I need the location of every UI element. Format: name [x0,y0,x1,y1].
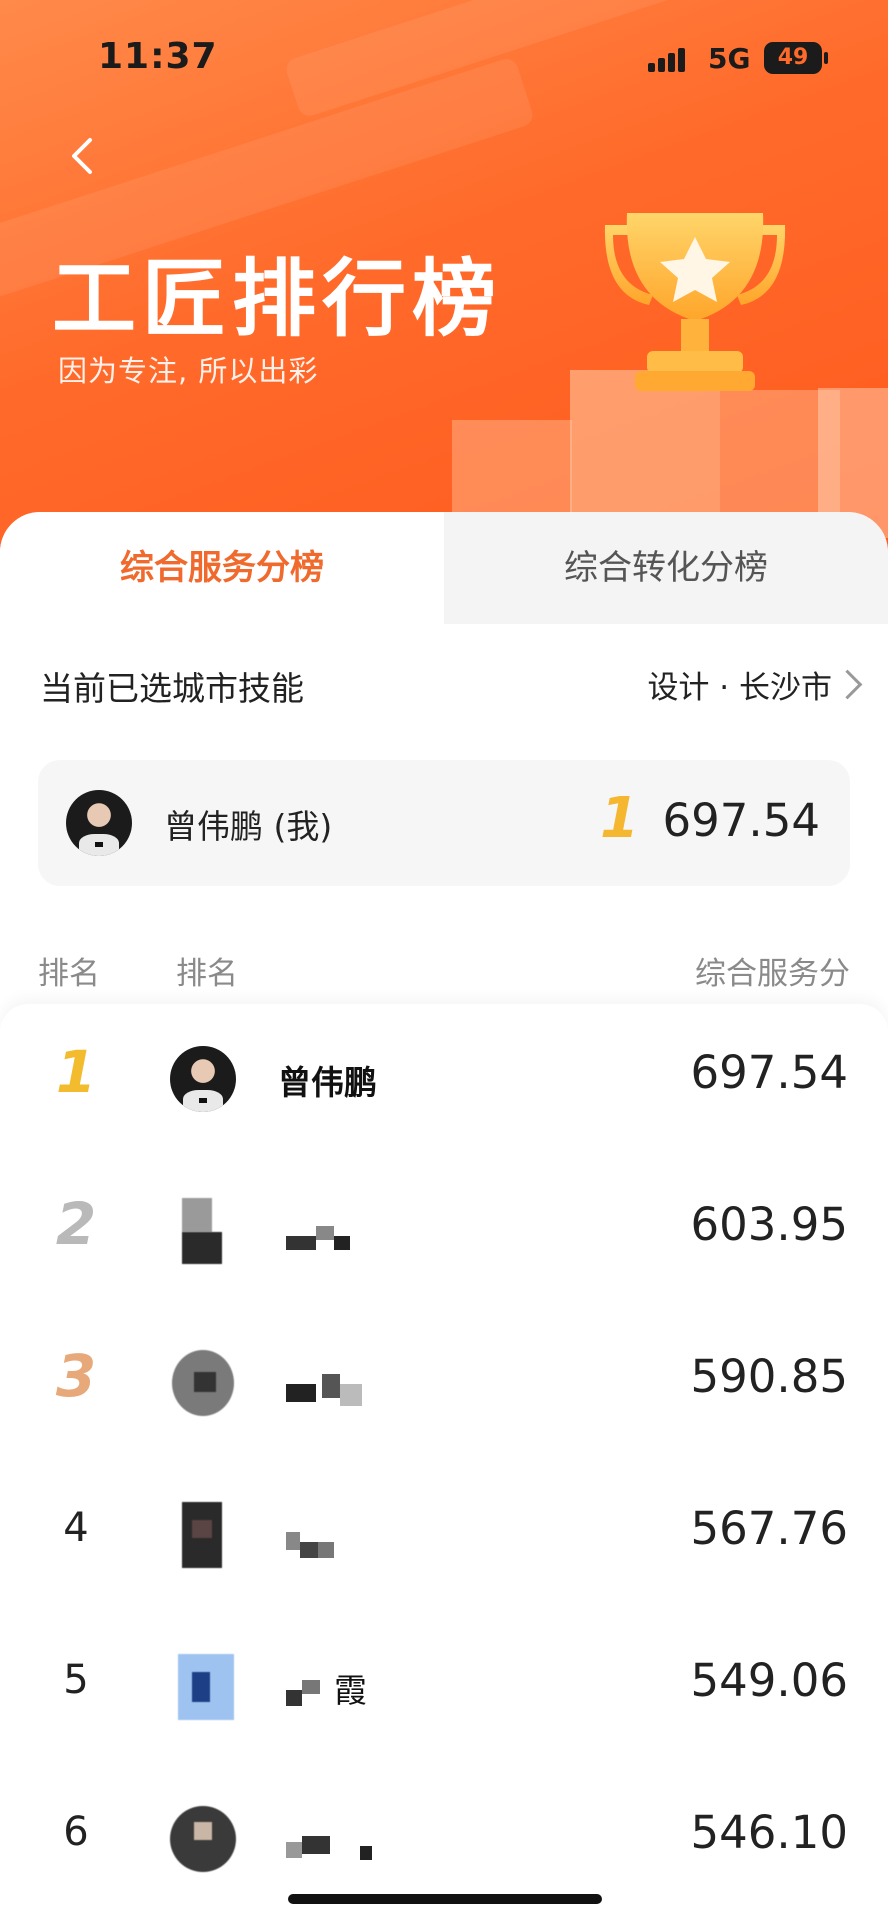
rank-number: 6 [63,1809,89,1855]
avatar [170,1350,236,1416]
tab-service-score[interactable]: 综合服务分榜 [0,512,444,624]
score: 549.06 [690,1654,848,1707]
header-banner: 11:37 5G 49 工匠排行榜 因为专注, 所以出彩 [0,0,888,560]
score: 603.95 [690,1198,848,1251]
page-title: 工匠排行榜 [52,250,503,348]
table-row[interactable]: 4 567.76 [0,1460,888,1612]
trophy-icon [604,213,786,391]
user-name [286,1218,396,1260]
avatar [170,1198,236,1264]
network-type: 5G [708,42,751,75]
battery-icon: 49 [764,42,828,74]
my-name: 曾伟鹏 (我) [164,807,333,846]
filter-label: 当前已选城市技能 [40,669,304,708]
rank-number: 3 [55,1342,97,1410]
signal-icon [648,46,690,72]
my-score: 697.54 [662,794,820,847]
table-row[interactable]: 5 霞 549.06 [0,1612,888,1764]
column-rank: 排名 [38,956,100,992]
column-score: 综合服务分 [695,956,850,992]
rank-number: 4 [63,1505,89,1551]
user-name [286,1370,396,1412]
my-rank-card: 曾伟鹏 (我) 1 697.54 [38,760,850,886]
avatar [170,1806,236,1872]
table-row[interactable]: 2 603.95 [0,1156,888,1308]
my-rank-number: 1 [600,786,639,851]
tab-conversion-score[interactable]: 综合转化分榜 [444,512,888,624]
table-row[interactable]: 3 590.85 [0,1308,888,1460]
user-name-mosaic [286,1674,326,1716]
score: 590.85 [690,1350,848,1403]
rank-number: 5 [63,1657,89,1703]
table-row[interactable]: 1 曾伟鹏 697.54 [0,1004,888,1156]
user-name [286,1522,396,1564]
user-name: 霞 [334,1671,367,1710]
filter-value[interactable]: 设计 · 长沙市 [647,662,832,707]
user-name [286,1826,396,1868]
avatar [66,790,132,856]
score: 697.54 [690,1046,848,1099]
status-time: 11:37 [98,36,218,77]
avatar [170,1502,236,1568]
avatar [170,1654,236,1720]
ranking-card: 综合服务分榜 综合转化分榜 当前已选城市技能 设计 · 长沙市 曾伟鹏 (我) … [0,512,888,1920]
back-icon[interactable] [64,136,104,176]
column-name: 排名 [176,956,238,992]
rank-number: 2 [55,1190,97,1258]
score: 567.76 [690,1502,848,1555]
avatar [170,1046,236,1112]
page-subtitle: 因为专注, 所以出彩 [58,354,319,388]
ranking-list: 1 曾伟鹏 697.54 2 603.95 3 590.85 4 567.76 … [0,1004,888,1920]
score: 546.10 [690,1806,848,1859]
home-indicator[interactable] [288,1894,602,1904]
rank-number: 1 [55,1038,97,1106]
chevron-right-icon [832,669,863,700]
tab-bar: 综合服务分榜 综合转化分榜 [0,512,888,624]
city-skill-filter[interactable]: 当前已选城市技能 设计 · 长沙市 [0,662,888,722]
table-header: 排名 排名 综合服务分 [0,948,888,998]
user-name: 曾伟鹏 [278,1063,377,1102]
status-bar: 11:37 5G 49 [0,0,888,110]
